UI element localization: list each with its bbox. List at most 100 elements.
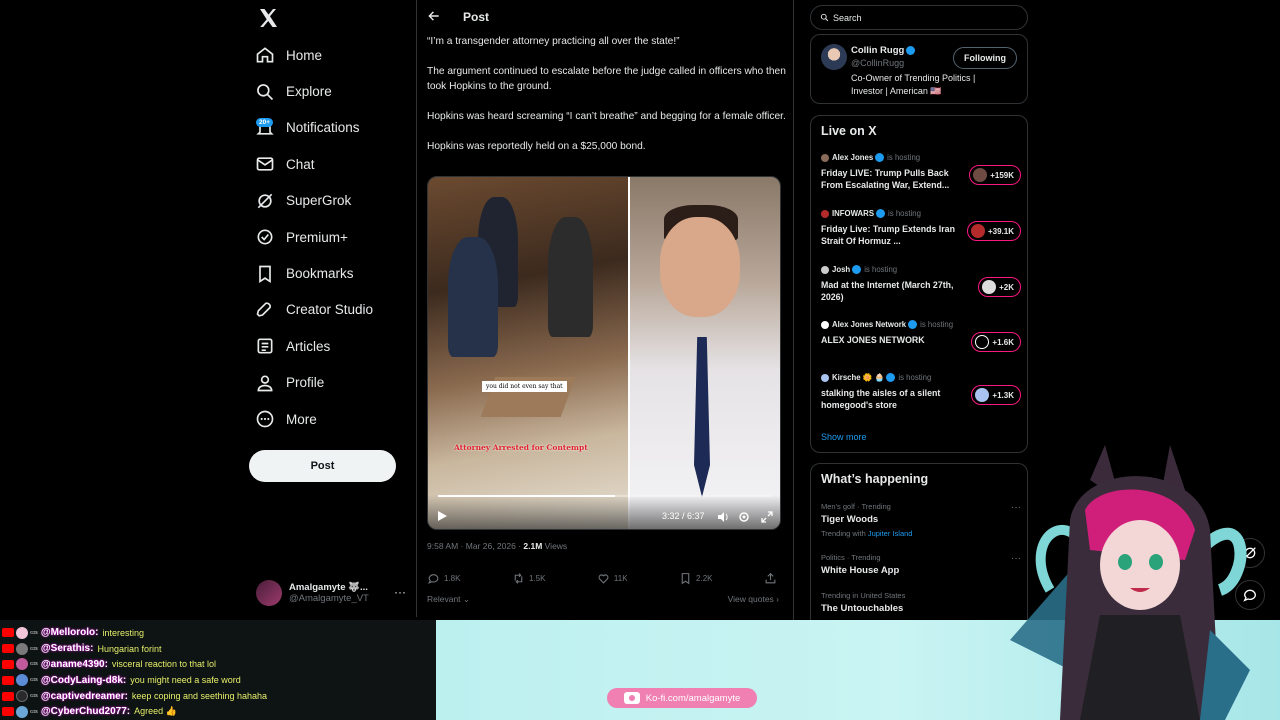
nav-premium[interactable]: Premium+	[254, 219, 373, 255]
live-item[interactable]: Alex Jones is hosting Friday LIVE: Trump …	[821, 153, 1021, 191]
post-actions: 1.8K 1.5K 11K 2.2K	[427, 572, 781, 585]
verified-badge-icon	[875, 153, 885, 162]
nav-label: Bookmarks	[286, 266, 354, 282]
youtube-icon	[2, 675, 14, 685]
share-icon	[765, 572, 776, 584]
bookmark-button[interactable]: 2.2K	[679, 572, 713, 585]
avatar	[821, 265, 829, 274]
search-icon	[820, 13, 829, 22]
like-button[interactable]: 11K	[597, 572, 628, 585]
trend-link[interactable]: Jupiter Island	[868, 529, 913, 538]
show-more-link[interactable]: Show more	[821, 432, 867, 442]
avatar[interactable]	[821, 44, 847, 70]
nav-label: Articles	[286, 338, 331, 354]
nav-supergrok[interactable]: SuperGrok	[254, 183, 373, 219]
avatar	[16, 642, 28, 655]
listener-count[interactable]: +2K	[978, 277, 1021, 297]
nav-home[interactable]: Home	[254, 37, 373, 73]
chat-message: ɢɪꜱ @Mellorolo: interesting	[0, 625, 436, 641]
video-player[interactable]: you did not even say that Attorney Arres…	[427, 176, 781, 530]
avatar	[16, 690, 28, 703]
nav-profile[interactable]: Profile	[254, 365, 373, 401]
avatar	[256, 580, 282, 606]
avatar	[821, 320, 829, 329]
trend-item[interactable]: Trending in United States The Untouchabl…	[821, 591, 1021, 614]
more-dots-icon[interactable]: ···	[394, 585, 406, 599]
share-button[interactable]	[764, 572, 781, 585]
nav-creator-studio[interactable]: Creator Studio	[254, 292, 373, 328]
view-quotes-link[interactable]: View quotes ›	[728, 594, 779, 604]
live-title: Mad at the Internet (March 27th, 2026)	[821, 280, 954, 302]
live-item[interactable]: Alex Jones Network is hosting ALEX JONES …	[821, 320, 1021, 352]
back-arrow-icon[interactable]	[427, 9, 441, 23]
post-button[interactable]: Post	[249, 450, 396, 482]
left-sidebar: Home Explore 20+ Notifications Chat Supe…	[240, 0, 416, 620]
play-icon[interactable]	[436, 509, 448, 521]
chat-message: ɢɪꜱ @Serathis: Hungarian forint	[0, 641, 436, 657]
search-input[interactable]: Search	[810, 5, 1028, 30]
listener-count[interactable]: +1.3K	[971, 385, 1021, 405]
articles-icon	[254, 335, 276, 357]
youtube-icon	[2, 659, 14, 669]
nav-chat[interactable]: Chat	[254, 146, 373, 182]
settings-gear-icon[interactable]	[738, 510, 750, 522]
sort-replies-dropdown[interactable]: Relevant ⌄	[427, 594, 470, 605]
avatar	[16, 674, 28, 687]
listener-count[interactable]: +39.1K	[966, 221, 1021, 241]
video-progress-fill	[438, 495, 616, 497]
search-icon	[254, 81, 276, 103]
author-card: Collin Rugg @CollinRugg Co-Owner of Tren…	[810, 34, 1028, 104]
youtube-icon	[2, 707, 14, 717]
premium-icon	[254, 226, 276, 248]
live-on-x-card: Live on X Alex Jones is hosting Friday LI…	[810, 115, 1028, 453]
volume-icon[interactable]	[717, 510, 729, 522]
verified-badge-icon	[852, 265, 862, 274]
chat-message: ɢɪꜱ @CodyLaing-d8k: you might need a safe…	[0, 672, 436, 688]
nav-bookmarks[interactable]: Bookmarks	[254, 255, 373, 291]
listener-count[interactable]: +159K	[969, 165, 1021, 185]
verified-badge-icon	[906, 45, 916, 55]
nav-articles[interactable]: Articles	[254, 328, 373, 364]
avatar	[821, 209, 829, 218]
following-button[interactable]: Following	[953, 47, 1017, 69]
avatar	[16, 658, 28, 671]
nav-notifications[interactable]: 20+ Notifications	[254, 110, 373, 146]
youtube-icon	[2, 691, 14, 701]
section-title: Live on X	[821, 124, 877, 138]
whats-happening-card: What’s happening Men's golf · Trending T…	[810, 463, 1028, 623]
live-item[interactable]: Josh is hosting Mad at the Internet (Marc…	[821, 265, 1021, 303]
avatar	[16, 626, 28, 639]
video-frame-courtroom: you did not even say that Attorney Arres…	[428, 177, 628, 529]
reply-button[interactable]: 1.8K	[427, 572, 460, 585]
trend-item[interactable]: Politics · Trending White House App ···	[821, 553, 1021, 576]
x-logo-icon[interactable]	[256, 6, 280, 30]
trend-item[interactable]: Men's golf · Trending Tiger Woods Trendi…	[821, 502, 1021, 538]
account-switcher[interactable]: Amalgamyte 🐺... @Amalgamyte_VT ···	[256, 577, 406, 609]
listener-count[interactable]: +1.6K	[971, 332, 1021, 352]
nav-more[interactable]: More	[254, 401, 373, 437]
fullscreen-icon[interactable]	[761, 510, 773, 523]
nav-label: SuperGrok	[286, 193, 352, 209]
home-icon	[254, 44, 276, 66]
live-item[interactable]: INFOWARS is hosting Friday Live: Trump Ex…	[821, 209, 1021, 247]
kofi-link[interactable]: Ko-fi.com/amalgamyte	[607, 688, 757, 708]
chat-message: ɢɪꜱ @aname4390: visceral reaction to that…	[0, 657, 436, 673]
nav-label: Premium+	[286, 229, 348, 245]
post-paragraph: The argument continued to escalate befor…	[427, 66, 786, 92]
video-time: 3:32 / 6:37	[662, 511, 705, 521]
nav-label: Notifications	[286, 120, 360, 136]
avatar	[821, 153, 829, 162]
mail-icon	[254, 153, 276, 175]
grok-icon	[254, 190, 276, 212]
account-name: Amalgamyte 🐺...	[289, 582, 368, 593]
post-body: “I’m a transgender attorney practicing a…	[427, 34, 787, 169]
video-progress-bar[interactable]	[438, 495, 772, 497]
author-name[interactable]: Collin Rugg	[851, 45, 916, 56]
youtube-icon	[2, 644, 14, 654]
account-handle: @Amalgamyte_VT	[289, 593, 369, 604]
repost-button[interactable]: 1.5K	[512, 572, 545, 585]
live-title: Friday LIVE: Trump Pulls Back From Escal…	[821, 168, 950, 190]
live-item[interactable]: Kirsche 🌼 🧁 is hosting stalking the aisle…	[821, 373, 1021, 411]
post-header: Post	[417, 0, 793, 34]
nav-explore[interactable]: Explore	[254, 73, 373, 109]
